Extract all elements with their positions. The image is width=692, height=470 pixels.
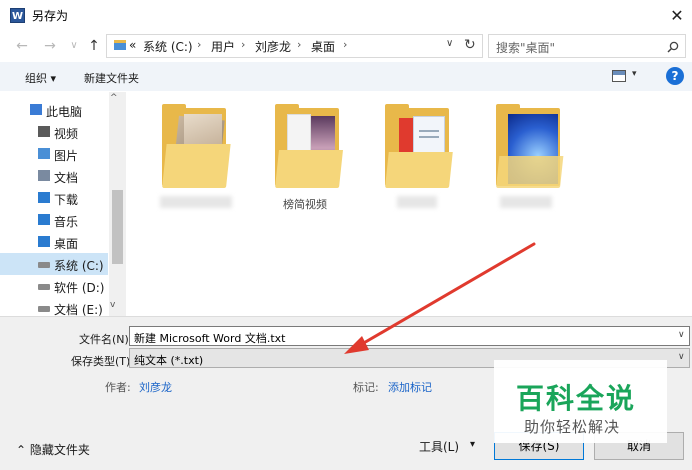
scroll-down-icon[interactable]: v: [110, 300, 115, 310]
breadcrumb-item[interactable]: 桌面: [311, 38, 335, 55]
sidebar-item-label: 音乐: [54, 215, 79, 229]
folder-item[interactable]: [275, 104, 343, 188]
sidebar-item[interactable]: 桌面: [0, 231, 108, 253]
filename-label: 文件名(N):: [79, 333, 133, 346]
drive-icon: [38, 262, 50, 268]
breadcrumb-overflow[interactable]: «: [129, 38, 136, 52]
sidebar-item-label: 系统 (C:): [54, 259, 104, 273]
command-toolbar: 组织 ▾ 新建文件夹 ▾ ?: [0, 62, 692, 91]
sidebar-item-label: 桌面: [54, 237, 79, 251]
drive-icon: [38, 284, 50, 290]
forward-button[interactable]: →: [40, 36, 60, 56]
folder-label-redacted: [160, 196, 232, 208]
refresh-icon[interactable]: ↻: [464, 37, 476, 53]
filetype-dropdown-icon[interactable]: ∨: [678, 352, 685, 362]
recent-locations-button[interactable]: ∨: [64, 36, 84, 56]
sidebar-item[interactable]: 视频: [0, 121, 108, 143]
scroll-up-icon[interactable]: ^: [110, 93, 118, 103]
sidebar-item[interactable]: 系统 (C:): [0, 253, 108, 275]
folder-item[interactable]: [162, 104, 231, 188]
watermark-title: 百科全说: [516, 382, 637, 415]
computer-icon: [30, 104, 42, 115]
tags-label: 标记:: [353, 381, 379, 394]
breadcrumb-separator[interactable]: ›: [241, 38, 245, 51]
sidebar-item-label: 此电脑: [46, 105, 83, 119]
sidebar-item-label: 图片: [54, 149, 79, 163]
sidebar-item[interactable]: 图片: [0, 143, 108, 165]
folder-icon: [385, 104, 449, 188]
filename-value: 新建 Microsoft Word 文档.txt: [134, 332, 286, 345]
sidebar-item[interactable]: 下载: [0, 187, 108, 209]
help-icon[interactable]: ?: [666, 67, 684, 85]
video-icon: [38, 126, 50, 137]
breadcrumb-separator[interactable]: ›: [343, 38, 347, 51]
sidebar-scroll-thumb[interactable]: [112, 190, 123, 264]
music-icon: [38, 214, 50, 225]
sidebar-item-label: 文档: [54, 171, 79, 185]
folder-label: 榜简视频: [283, 198, 327, 211]
view-options-icon[interactable]: [612, 70, 626, 82]
breadcrumb-item[interactable]: 刘彦龙: [255, 38, 291, 55]
folder-icon: [114, 40, 126, 50]
folder-label-redacted: [397, 196, 437, 208]
watermark: 百科全说 助你轻松解决: [494, 360, 667, 443]
folder-icon: [162, 104, 226, 188]
address-dropdown-icon[interactable]: ∨: [446, 38, 453, 49]
breadcrumb-separator[interactable]: ›: [197, 38, 201, 51]
folder-item[interactable]: [496, 104, 564, 188]
watermark-subtitle: 助你轻松解决: [524, 418, 621, 436]
sidebar-item[interactable]: 此电脑: [0, 99, 108, 121]
search-icon[interactable]: [667, 41, 679, 53]
folder-item[interactable]: [385, 104, 453, 188]
breadcrumb-separator[interactable]: ›: [297, 38, 301, 51]
sidebar-item[interactable]: 文档: [0, 165, 108, 187]
add-tags-link[interactable]: 添加标记: [388, 379, 432, 395]
filetype-value: 纯文本 (*.txt): [134, 354, 204, 367]
breadcrumb-item[interactable]: 系统 (C:): [143, 38, 193, 55]
sidebar-item-label: 软件 (D:): [54, 281, 105, 295]
word-app-icon: W: [10, 8, 25, 23]
drive-icon: [38, 306, 50, 312]
folder-icon: [275, 104, 339, 188]
picture-icon: [38, 148, 50, 159]
author-label: 作者:: [105, 381, 131, 394]
tools-menu-button[interactable]: 工具(L): [419, 438, 459, 455]
search-input[interactable]: 搜索"桌面": [488, 34, 686, 58]
document-icon: [38, 170, 50, 181]
desktop-icon: [38, 236, 50, 247]
folder-icon: [496, 104, 560, 188]
search-placeholder: 搜索"桌面": [496, 41, 556, 55]
window-title: 另存为: [32, 9, 69, 23]
new-folder-button[interactable]: 新建文件夹: [84, 70, 139, 86]
hide-folders-button[interactable]: ⌃ 隐藏文件夹: [16, 441, 90, 458]
filename-input[interactable]: 新建 Microsoft Word 文档.txt ∨: [129, 326, 690, 346]
folder-label-redacted: [500, 196, 552, 208]
address-bar[interactable]: « 系统 (C:) › 用户 › 刘彦龙 › 桌面 › ∨ ↻: [106, 34, 483, 58]
sidebar-item[interactable]: 音乐: [0, 209, 108, 231]
title-bar: W 另存为 ✕: [0, 0, 692, 31]
view-dropdown-icon[interactable]: ▾: [632, 69, 637, 79]
sidebar-item-label: 视频: [54, 127, 79, 141]
up-button[interactable]: ↑: [84, 36, 104, 56]
author-value[interactable]: 刘彦龙: [139, 379, 172, 395]
organize-menu-button[interactable]: 组织 ▾: [25, 70, 56, 86]
filetype-label: 保存类型(T):: [71, 355, 135, 368]
breadcrumb-item[interactable]: 用户: [211, 38, 235, 55]
back-button[interactable]: ←: [12, 36, 32, 56]
close-button[interactable]: ✕: [662, 2, 692, 29]
tools-dropdown-icon[interactable]: ▾: [470, 439, 475, 450]
sidebar-item-label: 下载: [54, 193, 79, 207]
filename-dropdown-icon[interactable]: ∨: [678, 330, 685, 340]
download-icon: [38, 192, 50, 203]
sidebar-item[interactable]: 软件 (D:): [0, 275, 108, 297]
